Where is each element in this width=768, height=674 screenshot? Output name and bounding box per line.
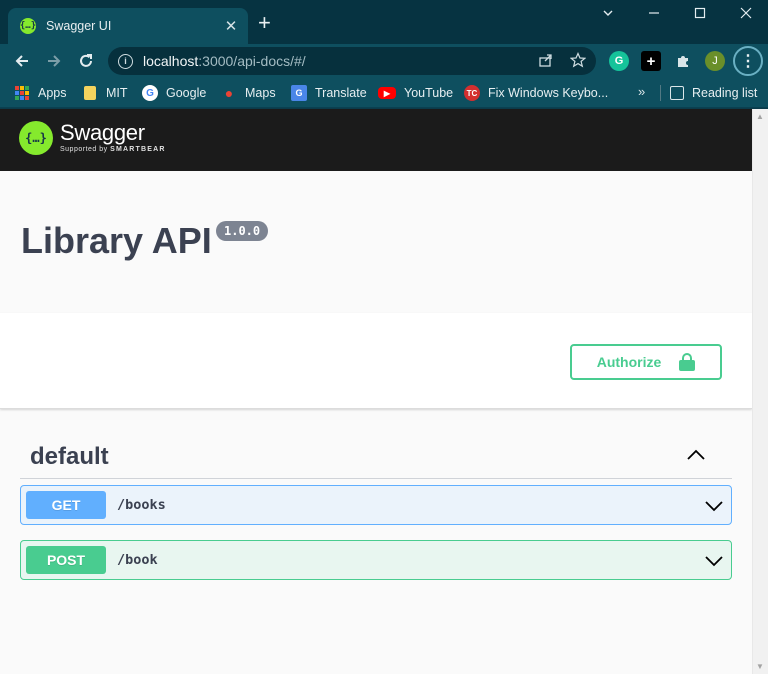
brand-subtitle: Supported by SMARTBEAR — [60, 146, 166, 153]
bookmark-star-icon[interactable] — [569, 52, 587, 72]
bookmark-label: Translate — [315, 86, 367, 100]
close-tab-icon[interactable]: ✕ — [222, 17, 240, 35]
unlocked-lock-icon — [679, 353, 696, 371]
chevron-up-icon[interactable] — [686, 445, 706, 465]
share-icon[interactable] — [538, 52, 554, 72]
puzzle-icon[interactable] — [673, 51, 693, 71]
authorize-button[interactable]: Authorize — [570, 344, 722, 380]
forward-icon[interactable] — [42, 49, 66, 73]
bookmark-maps[interactable]: ● Maps — [221, 84, 276, 102]
profile-avatar[interactable]: J — [705, 51, 725, 71]
bookmark-translate[interactable]: G Translate — [291, 84, 367, 102]
page-viewport: {…} Swagger Supported by SMARTBEAR Libra… — [0, 109, 768, 674]
bookmarks-bar: Apps MIT G Google ● Maps G Translate ▶ Y… — [0, 78, 768, 108]
scheme-container: Authorize — [0, 313, 752, 409]
method-badge-post: POST — [26, 546, 106, 574]
authorize-label: Authorize — [596, 354, 662, 370]
apps-grid-icon — [14, 85, 30, 101]
grammarly-icon[interactable]: G — [609, 51, 629, 71]
method-badge-get: GET — [26, 491, 106, 519]
swagger-favicon-icon: {…} — [20, 18, 36, 34]
title-bar: {…} Swagger UI ✕ + — [0, 0, 768, 44]
maximize-icon[interactable] — [688, 6, 712, 22]
bookmark-google[interactable]: G Google — [142, 84, 206, 102]
operation-get-books[interactable]: GET /books — [20, 485, 732, 525]
reading-list-button[interactable]: Reading list — [670, 84, 757, 102]
bookmark-divider — [660, 85, 661, 101]
swagger-logo-icon: {…} — [19, 121, 53, 155]
folder-icon — [82, 85, 98, 101]
address-bar[interactable]: i localhost:3000/api-docs/#/ — [108, 47, 596, 75]
translate-icon: G — [291, 85, 307, 101]
plus-extension-icon[interactable]: + — [641, 51, 661, 71]
reload-icon[interactable] — [74, 49, 98, 73]
reading-list-icon — [670, 86, 684, 100]
back-icon[interactable] — [10, 49, 34, 73]
bookmark-mit[interactable]: MIT — [82, 84, 128, 102]
page-scrollbar[interactable]: ▲ ▼ — [752, 109, 768, 674]
youtube-icon: ▶ — [378, 87, 396, 99]
browser-menu-icon[interactable]: ⋮ — [733, 46, 763, 76]
new-tab-button[interactable]: + — [258, 12, 271, 34]
operation-path: /books — [117, 497, 166, 513]
tag-header-default[interactable]: default — [20, 433, 732, 479]
bookmark-youtube[interactable]: ▶ YouTube — [378, 84, 453, 102]
tag-name: default — [30, 443, 109, 470]
tab-title: Swagger UI — [46, 19, 112, 33]
scroll-down-icon[interactable]: ▼ — [756, 662, 764, 671]
bookmark-fix-windows[interactable]: TC Fix Windows Keybo... — [464, 84, 608, 102]
browser-tab[interactable]: {…} Swagger UI ✕ — [8, 8, 248, 44]
bookmark-apps[interactable]: Apps — [14, 84, 67, 102]
google-icon: G — [142, 85, 158, 101]
operation-path: /book — [117, 552, 158, 568]
site-info-icon[interactable]: i — [118, 53, 133, 69]
bookmark-label: Apps — [38, 86, 67, 100]
more-bookmarks-icon[interactable]: » — [638, 84, 645, 99]
swagger-logo[interactable]: {…} Swagger Supported by SMARTBEAR — [19, 121, 166, 155]
scroll-up-icon[interactable]: ▲ — [756, 112, 764, 121]
reading-list-label: Reading list — [692, 86, 758, 100]
version-badge: 1.0.0 — [216, 221, 269, 241]
bookmark-label: Fix Windows Keybo... — [488, 86, 609, 100]
maps-pin-icon: ● — [224, 85, 234, 101]
minimize-icon[interactable] — [642, 6, 666, 22]
chevron-down-icon[interactable] — [705, 552, 723, 570]
swagger-topbar: {…} Swagger Supported by SMARTBEAR — [0, 109, 752, 171]
page-title: Library API — [21, 220, 212, 261]
url-text: localhost:3000/api-docs/#/ — [143, 53, 306, 69]
brand-name: Swagger — [60, 120, 145, 145]
api-info: Library API 1.0.0 — [0, 171, 752, 313]
bookmark-label: YouTube — [404, 86, 454, 100]
browser-toolbar: i localhost:3000/api-docs/#/ G + J ⋮ — [0, 44, 768, 78]
operations-section: default GET /books POST /book — [20, 433, 732, 580]
tc-site-icon: TC — [464, 85, 480, 101]
bookmark-label: Maps — [245, 86, 276, 100]
chevron-down-icon[interactable] — [705, 497, 723, 515]
operation-post-book[interactable]: POST /book — [20, 540, 732, 580]
bookmark-label: Google — [166, 86, 207, 100]
tab-search-icon[interactable] — [596, 6, 620, 22]
bookmark-label: MIT — [106, 86, 128, 100]
close-window-icon[interactable] — [734, 6, 758, 22]
